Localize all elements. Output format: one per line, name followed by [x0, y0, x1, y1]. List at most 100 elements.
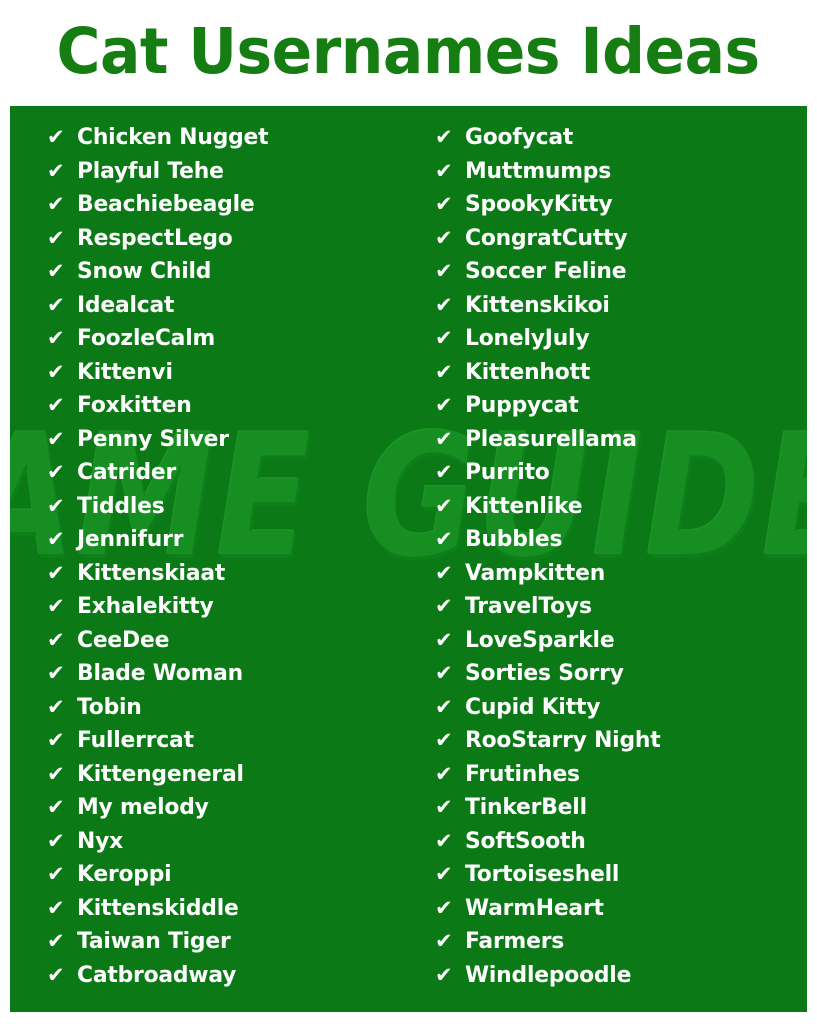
list-item-label: LoveSparkle: [465, 626, 615, 653]
check-icon: ✔: [47, 359, 65, 384]
list-item-label: RespectLego: [77, 224, 233, 251]
list-item-label: Goofycat: [465, 124, 574, 150]
check-icon: ✔: [435, 962, 453, 987]
left-column: ✔ Chicken Nugget ✔ Playful Tehe ✔ Beachiebeag…: [10, 106, 408, 1012]
check-icon: ✔: [435, 192, 453, 216]
list-item: ✔ Windlepoodle: [435, 959, 806, 993]
right-column-list: ✔ Goofycat ✔ Muttmumps ✔ SpookyKitty ✔ CongratC…: [435, 121, 806, 992]
list-item-label: Vampkitten: [465, 559, 606, 586]
list-item-label: Bubbles: [465, 526, 563, 552]
list-item-label: Windlepoodle: [465, 961, 632, 988]
check-icon: ✔: [47, 828, 65, 853]
check-icon: ✔: [435, 393, 453, 417]
check-icon: ✔: [435, 527, 453, 551]
list-item-label: Blade Woman: [77, 660, 244, 686]
list-item: ✔ Catrider: [47, 456, 408, 490]
check-icon: ✔: [47, 158, 65, 183]
check-icon: ✔: [47, 426, 65, 451]
list-item-label: Kittenskiddle: [77, 894, 239, 921]
list-item-label: Purrito: [465, 459, 550, 485]
page-title: Cat Usernames Ideas: [56, 15, 761, 88]
list-item: ✔ Kittenvi: [47, 356, 408, 390]
check-icon: ✔: [47, 192, 65, 216]
list-item-label: Tiddles: [77, 492, 165, 519]
check-icon: ✔: [47, 125, 65, 149]
check-icon: ✔: [435, 661, 453, 685]
list-item: ✔ Kittenskiddle: [47, 892, 408, 926]
list-item: ✔ Penny Silver: [47, 423, 408, 457]
check-icon: ✔: [47, 527, 65, 551]
list-item-label: SpookyKitty: [465, 191, 613, 217]
list-item: ✔ Muttmumps: [435, 155, 806, 189]
poster-page: Cat Usernames Ideas NAME GUIDER ✔Chicken…: [0, 0, 817, 1024]
title-area: Cat Usernames Ideas: [0, 0, 817, 103]
list-item-label: Muttmumps: [465, 157, 612, 184]
list-item: ✔ Kittenhott: [435, 356, 806, 390]
check-icon: ✔: [47, 292, 65, 317]
list-item-label: Kittenhott: [465, 358, 591, 385]
list-item-label: Catbroadway: [77, 961, 237, 988]
list-item-label: Penny Silver: [77, 425, 229, 452]
list-item: ✔ Kittenskikoi: [435, 289, 806, 323]
list-item-label: Frutinhes: [465, 760, 580, 787]
list-columns: ✔ Chicken Nugget ✔ Playful Tehe ✔ Beachiebeag…: [10, 106, 807, 1012]
list-item-label: Cupid Kitty: [465, 693, 601, 720]
list-item-label: Foxkitten: [77, 392, 192, 418]
list-item-label: Exhalekitty: [77, 593, 214, 619]
check-icon: ✔: [47, 460, 65, 484]
left-column-list: ✔ Chicken Nugget ✔ Playful Tehe ✔ Beachiebeag…: [47, 121, 408, 992]
list-item: ✔ RooStarry Night: [435, 724, 806, 758]
check-icon: ✔: [47, 225, 65, 250]
check-icon: ✔: [435, 426, 453, 451]
check-icon: ✔: [435, 493, 453, 518]
list-item: ✔ SoftSooth: [435, 825, 806, 859]
check-icon: ✔: [47, 761, 65, 786]
list-item: ✔ Sorties Sorry: [435, 657, 806, 691]
list-item: ✔ Farmers: [435, 925, 806, 959]
list-item-label: Snow Child: [77, 258, 212, 284]
check-icon: ✔: [47, 661, 65, 685]
list-item-label: WarmHeart: [465, 894, 604, 921]
check-icon: ✔: [47, 560, 65, 585]
list-item-label: Soccer Feline: [465, 258, 627, 284]
list-item-label: Kittenskiaat: [77, 559, 226, 586]
list-item-label: CeeDee: [77, 626, 170, 653]
list-item: ✔ SpookyKitty: [435, 188, 806, 222]
list-item: ✔ FoozleCalm: [47, 322, 408, 356]
list-item: ✔ Nyx: [47, 825, 408, 859]
list-item: ✔ RespectLego: [47, 222, 408, 256]
list-item: ✔ WarmHeart: [435, 892, 806, 926]
check-icon: ✔: [435, 292, 453, 317]
list-item-label: Catrider: [77, 459, 177, 485]
list-item: ✔ Blade Woman: [47, 657, 408, 691]
list-item: ✔ Tortoiseshell: [435, 858, 806, 892]
check-icon: ✔: [47, 393, 65, 417]
list-item: ✔ LonelyJuly: [435, 322, 806, 356]
list-item-label: FoozleCalm: [77, 325, 216, 351]
list-item-label: RooStarry Night: [465, 727, 661, 753]
list-item-label: TinkerBell: [465, 794, 587, 820]
list-item-label: Beachiebeagle: [77, 191, 255, 217]
check-icon: ✔: [435, 862, 453, 886]
list-item-label: Taiwan Tiger: [77, 928, 231, 954]
check-icon: ✔: [435, 929, 453, 953]
list-item-label: Playful Tehe: [77, 157, 224, 184]
list-item: ✔ CongratCutty: [435, 222, 806, 256]
check-icon: ✔: [435, 259, 453, 283]
check-icon: ✔: [435, 225, 453, 250]
check-icon: ✔: [47, 962, 65, 987]
list-item: ✔ Catbroadway: [47, 959, 408, 993]
list-item-label: My melody: [77, 794, 209, 820]
list-item: ✔ Snow Child: [47, 255, 408, 289]
check-icon: ✔: [47, 627, 65, 652]
list-item: ✔ Keroppi: [47, 858, 408, 892]
list-item-label: Kittengeneral: [77, 760, 244, 787]
list-item: ✔ Goofycat: [435, 121, 806, 155]
list-item: ✔ Kittenlike: [435, 490, 806, 524]
check-icon: ✔: [435, 125, 453, 149]
check-icon: ✔: [435, 728, 453, 752]
list-item-label: Kittenlike: [465, 492, 583, 519]
list-item: ✔ Frutinhes: [435, 758, 806, 792]
check-icon: ✔: [435, 694, 453, 719]
list-item-label: CongratCutty: [465, 224, 628, 251]
